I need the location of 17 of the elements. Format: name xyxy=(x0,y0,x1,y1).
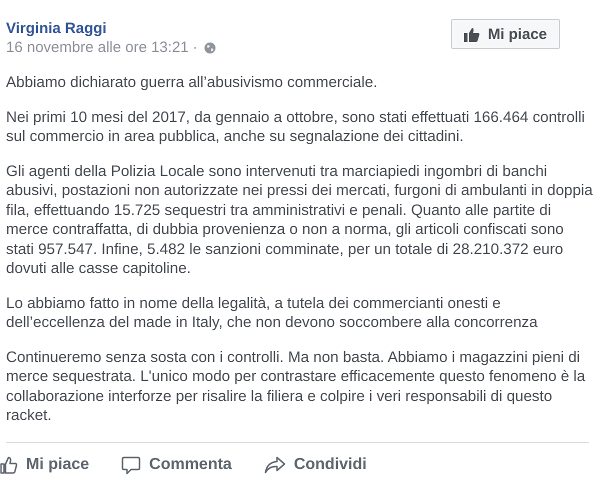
speech-bubble-icon xyxy=(121,456,142,474)
post-paragraph: Gli agenti della Polizia Locale sono intervenuti tra marciapiedi ingombri di banchi abusivi, postazioni non autorizzate nei pressi dei mercati, furgoni di ambulanti in doppia fila, effettuando 15.725 sequestri tra amministrativi e penali. Quanto alle partite di merce contraffatta, di dubbia provenienza o non a norma, gli articoli confiscati sono stati 957.547. Infine, 5.482 le sanzioni comminate, per un totale di 28.210.372 euro dovuti alle casse capitoline. xyxy=(6,162,594,278)
post-paragraph: Lo abbiamo fatto in nome della legalità, a tutela dei commercianti onesti e dell’eccellenza del made in Italy, che non devono soccombere alla concorrenza xyxy=(6,294,539,332)
post-paragraph: Continueremo senza sosta con i controlli. Ma non basta. Abbiamo i magazzini pieni di merce sequestrata. L'unico modo per contrastare efficacemente questo fenomeno è la collaborazione interforze per risalire la filiera e colpire i veri responsabili di questo racket. xyxy=(6,348,586,426)
like-action-button[interactable]: Mi piace xyxy=(0,456,90,474)
comment-action-button[interactable]: Commenta xyxy=(121,456,232,474)
globe-icon[interactable] xyxy=(204,42,216,54)
thumbs-up-icon xyxy=(0,456,18,474)
like-page-button[interactable]: Mi piace xyxy=(450,19,560,49)
post-paragraph: Nei primi 10 mesi del 2017, da gennaio a ottobre, sono stati effettuati 166.464 controlli sul commercio in area pubblica, anche su segnalazione dei cittadini. xyxy=(6,108,586,146)
share-action-button[interactable]: Condividi xyxy=(264,456,367,474)
post-timestamp[interactable]: 16 novembre alle ore 13:21 xyxy=(6,39,189,56)
thumbs-up-icon xyxy=(464,26,480,42)
author-name[interactable]: Virginia Raggi xyxy=(6,19,107,38)
post-paragraph: Abbiamo dichiarato guerra all’abusivismo commerciale. xyxy=(6,73,378,92)
share-arrow-icon xyxy=(264,456,286,474)
separator: · xyxy=(192,39,198,56)
